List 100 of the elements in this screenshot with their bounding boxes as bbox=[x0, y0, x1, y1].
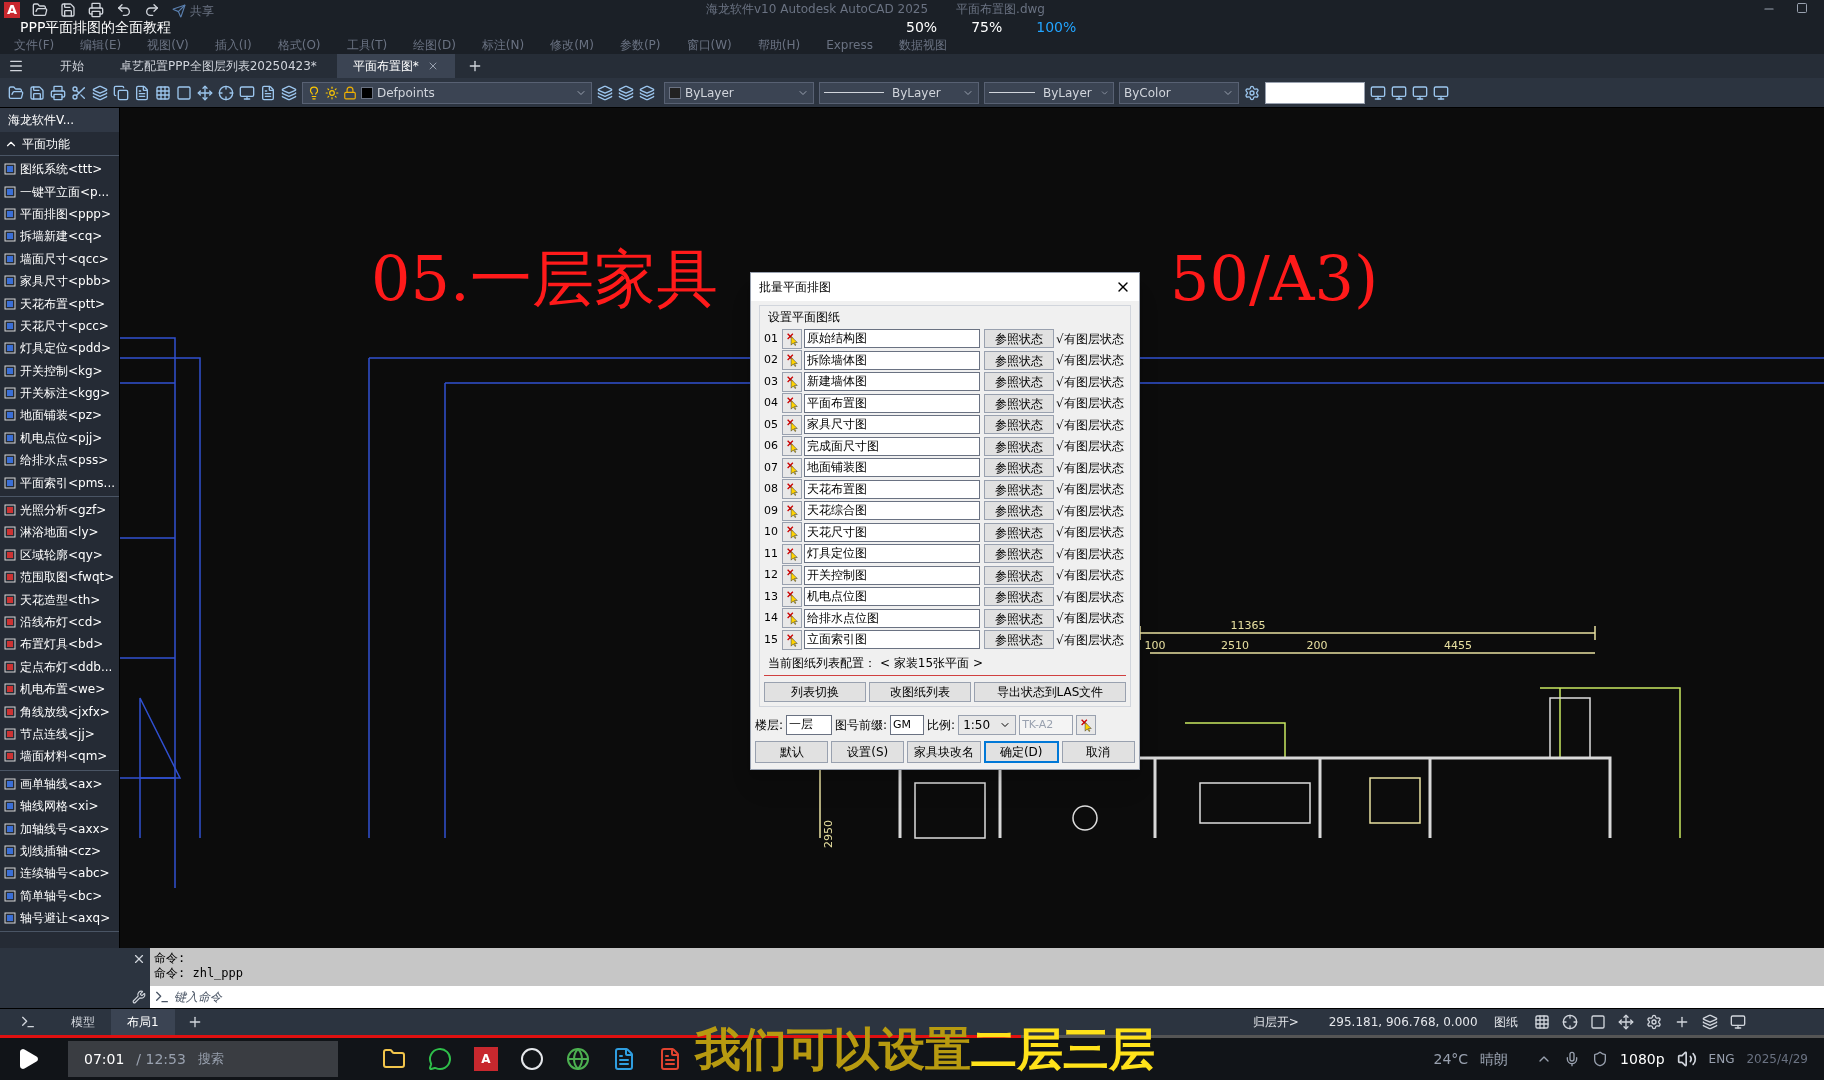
layout-tab[interactable]: 布局1 bbox=[111, 1009, 175, 1035]
sheet-name-field[interactable]: 开关控制图 bbox=[804, 565, 980, 585]
layer-state-indicator[interactable]: 归层开> bbox=[1252, 1013, 1299, 1031]
sheet-name-field[interactable]: 拆除墙体图 bbox=[804, 350, 980, 370]
square-icon[interactable] bbox=[176, 84, 192, 101]
reference-state-button[interactable]: 参照状态 bbox=[984, 415, 1054, 435]
floor-field[interactable]: 一层 bbox=[786, 714, 833, 735]
copy-icon[interactable] bbox=[113, 84, 129, 101]
reference-state-button[interactable]: 参照状态 bbox=[984, 501, 1054, 521]
palette-tool[interactable]: 天花布置<ptt> bbox=[0, 292, 119, 315]
dialog-button[interactable]: 设置(S) bbox=[831, 740, 905, 763]
dialog-action-button[interactable]: 改图纸列表 bbox=[869, 681, 971, 702]
close-icon[interactable] bbox=[132, 952, 146, 966]
reference-state-button[interactable]: 参照状态 bbox=[984, 436, 1054, 456]
dialog-button[interactable]: 家具块改名 bbox=[907, 740, 981, 763]
property-dropdown[interactable]: ByLayer bbox=[984, 81, 1114, 104]
playback-speed-option[interactable]: 50% bbox=[906, 19, 938, 35]
scissors-icon[interactable] bbox=[71, 84, 87, 101]
document-icon[interactable] bbox=[658, 1047, 682, 1071]
sheet-name-field[interactable]: 天花综合图 bbox=[804, 501, 980, 521]
app-logo-icon[interactable]: A bbox=[474, 1047, 498, 1071]
monitor-icon[interactable] bbox=[1412, 84, 1428, 101]
record-icon[interactable] bbox=[520, 1047, 544, 1071]
layers-icon[interactable] bbox=[639, 84, 655, 101]
palette-tool[interactable]: 开关标注<kgg> bbox=[0, 381, 119, 405]
palette-tool[interactable]: 开关控制<kg> bbox=[0, 359, 119, 382]
reference-state-button[interactable]: 参照状态 bbox=[984, 544, 1054, 564]
palette-tool[interactable]: 平面索引<pms... bbox=[0, 471, 119, 494]
palette-tool[interactable]: 光照分析<gzf> bbox=[0, 498, 119, 522]
undo-icon[interactable] bbox=[116, 2, 132, 18]
pick-button[interactable] bbox=[782, 586, 802, 607]
palette-tool[interactable]: 简单轴号<bc> bbox=[0, 884, 119, 907]
reference-state-button[interactable]: 参照状态 bbox=[984, 393, 1054, 413]
layers-icon[interactable] bbox=[597, 84, 613, 101]
palette-tool[interactable]: 定点布灯<ddb... bbox=[0, 655, 119, 678]
sheet-name-field[interactable]: 天花布置图 bbox=[804, 479, 980, 499]
share-button[interactable]: 共享 bbox=[172, 2, 214, 20]
playback-speed-option[interactable]: 100% bbox=[1036, 19, 1077, 35]
toolbar-input-field[interactable] bbox=[1265, 81, 1365, 104]
dialog-button[interactable]: 取消 bbox=[1061, 740, 1135, 763]
sheet-name-field[interactable]: 地面铺装图 bbox=[804, 458, 980, 478]
paper-space-toggle[interactable]: 图纸 bbox=[1493, 1013, 1518, 1031]
layout-tab[interactable]: 模型 bbox=[55, 1009, 111, 1035]
printer-icon[interactable] bbox=[50, 84, 66, 101]
reference-state-button[interactable]: 参照状态 bbox=[984, 458, 1054, 478]
drawing-canvas[interactable] bbox=[120, 108, 1824, 948]
palette-tool[interactable]: 区域轮廓<qy> bbox=[0, 543, 119, 567]
palette-tool[interactable]: 沿线布灯<cd> bbox=[0, 610, 119, 634]
sheet-name-field[interactable]: 给排水点位图 bbox=[804, 608, 980, 628]
sheet-name-field[interactable]: 完成面尺寸图 bbox=[804, 436, 980, 456]
pick-button[interactable] bbox=[782, 500, 802, 521]
language-indicator[interactable]: ENG bbox=[1708, 1050, 1735, 1068]
document-tab[interactable]: 卓艺配置PPP全图层列表20250423* bbox=[104, 54, 333, 78]
layers-icon[interactable] bbox=[1701, 1014, 1718, 1030]
settings-icon[interactable] bbox=[1645, 1014, 1662, 1030]
layers-icon[interactable] bbox=[92, 84, 108, 101]
sheet-name-field[interactable]: 原始结构图 bbox=[804, 329, 980, 349]
pick-button[interactable] bbox=[782, 522, 802, 543]
terminal-icon[interactable] bbox=[19, 1014, 36, 1030]
sheet-name-field[interactable]: 家具尺寸图 bbox=[804, 415, 980, 435]
move-icon[interactable] bbox=[197, 84, 213, 101]
palette-tool[interactable]: 淋浴地面<ly> bbox=[0, 521, 119, 544]
menu-item[interactable]: 数据视图 bbox=[899, 37, 947, 53]
reference-state-button[interactable]: 参照状态 bbox=[984, 479, 1054, 499]
document-icon[interactable] bbox=[260, 84, 276, 101]
grid-icon[interactable] bbox=[155, 84, 171, 101]
pick-button[interactable] bbox=[782, 565, 802, 586]
pick-button[interactable] bbox=[782, 629, 802, 650]
sheet-name-field[interactable]: 灯具定位图 bbox=[804, 544, 980, 564]
pick-button[interactable] bbox=[782, 436, 802, 457]
folder-icon[interactable] bbox=[8, 84, 24, 101]
quality-option[interactable]: 1080p bbox=[1620, 1048, 1665, 1070]
redo-icon[interactable] bbox=[144, 2, 160, 18]
sheet-name-field[interactable]: 平面布置图 bbox=[804, 393, 980, 413]
settings-icon[interactable] bbox=[1244, 84, 1260, 101]
dialog-action-button[interactable]: 导出状态到LAS文件 bbox=[974, 681, 1126, 702]
document-tab[interactable]: 开始 bbox=[44, 54, 100, 78]
reference-state-button[interactable]: 参照状态 bbox=[984, 350, 1054, 370]
pick-button[interactable] bbox=[782, 543, 802, 564]
palette-tool[interactable]: 地面铺装<pz> bbox=[0, 404, 119, 427]
wrench-icon[interactable] bbox=[132, 990, 146, 1004]
palette-tool[interactable]: 墙面材料<qm> bbox=[0, 745, 119, 768]
palette-tool[interactable]: 轴线网格<xi> bbox=[0, 794, 119, 818]
color-dropdown[interactable]: ByLayer bbox=[664, 81, 814, 104]
menu-item[interactable]: 插入(I) bbox=[214, 37, 252, 53]
reference-state-button[interactable]: 参照状态 bbox=[984, 587, 1054, 607]
shield-icon[interactable] bbox=[1592, 1051, 1609, 1067]
palette-tool[interactable]: 家具尺寸<pbb> bbox=[0, 269, 119, 293]
monitor-icon[interactable] bbox=[1391, 84, 1407, 101]
save-icon[interactable] bbox=[29, 84, 45, 101]
palette-tool[interactable]: 墙面尺寸<qcc> bbox=[0, 247, 119, 270]
palette-tool[interactable]: 划线插轴<cz> bbox=[0, 839, 119, 863]
pick-button[interactable] bbox=[782, 457, 802, 478]
chat-icon[interactable] bbox=[428, 1047, 452, 1071]
command-input-field[interactable]: 键入命令 bbox=[150, 986, 1824, 1008]
move-icon[interactable] bbox=[1617, 1014, 1634, 1030]
menu-item[interactable]: 绘图(D) bbox=[413, 37, 456, 53]
palette-tool[interactable]: 轴号避让<axq> bbox=[0, 906, 119, 930]
palette-tool[interactable]: 一键平立面<p... bbox=[0, 180, 119, 203]
pick-button[interactable] bbox=[782, 414, 802, 435]
